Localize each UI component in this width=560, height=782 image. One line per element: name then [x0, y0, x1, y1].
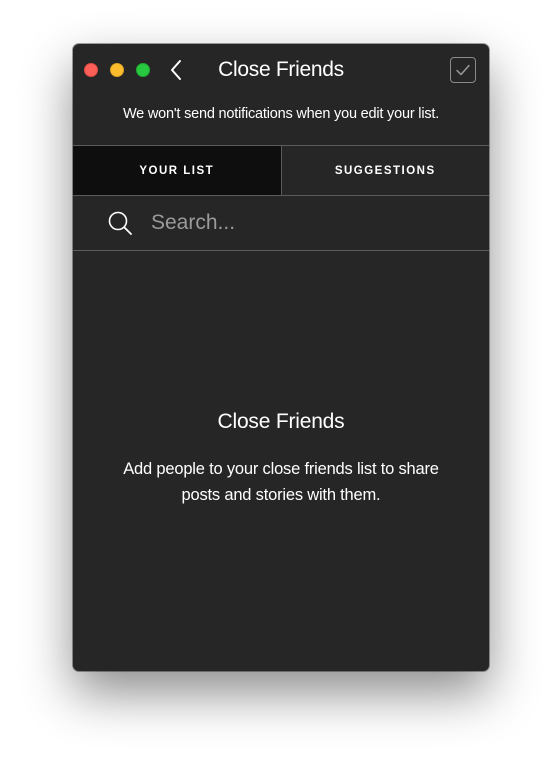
done-button[interactable]	[450, 57, 476, 83]
app-window: Close Friends We won't send notification…	[73, 44, 489, 671]
window-title: Close Friends	[218, 58, 344, 81]
search-input[interactable]	[151, 208, 471, 238]
tab-bar: YOUR LIST SUGGESTIONS	[73, 145, 489, 196]
title-bar: Close Friends	[73, 44, 489, 96]
search-bar	[73, 196, 489, 251]
tab-your-list[interactable]: YOUR LIST	[73, 146, 281, 195]
empty-state-title: Close Friends	[217, 410, 345, 433]
tab-suggestions[interactable]: SUGGESTIONS	[280, 146, 490, 195]
search-icon	[107, 210, 133, 236]
notification-notice: We won't send notifications when you edi…	[122, 106, 440, 122]
empty-state-description: Add people to your close friends list to…	[123, 460, 439, 504]
